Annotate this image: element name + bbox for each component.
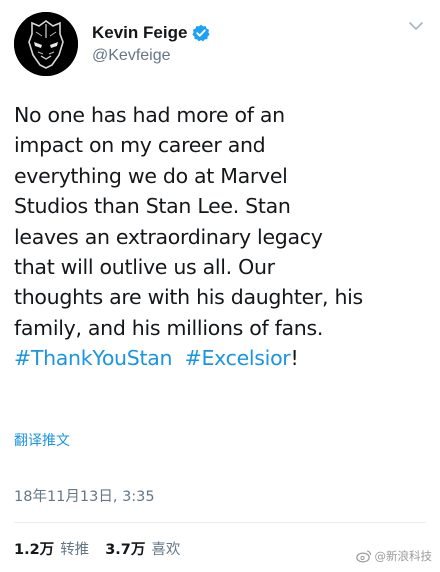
- tweet-text-line: family, and his millions of fans.: [14, 315, 324, 340]
- tweet-card: Kevin Feige @Kevfeige No one has had mor…: [0, 0, 440, 572]
- tweet-text-line: leaves an extraordinary legacy: [14, 224, 323, 249]
- display-name-row: Kevin Feige: [92, 22, 211, 44]
- tweet-header: Kevin Feige @Kevfeige: [14, 12, 426, 76]
- watermark-text: @新浪科技: [374, 549, 433, 563]
- hashtag-line: #ThankYouStan #Excelsior!: [14, 343, 430, 373]
- hashtag-thankyoustan-link[interactable]: #ThankYouStan: [14, 346, 172, 370]
- watermark: @新浪科技: [355, 548, 433, 564]
- divider: [14, 522, 426, 523]
- verified-badge-icon: [192, 24, 211, 42]
- likes-label: 喜欢: [151, 542, 181, 558]
- tweet-text-line: No one has had more of an: [14, 103, 285, 127]
- chevron-down-icon[interactable]: [408, 20, 424, 32]
- avatar[interactable]: [14, 12, 78, 76]
- likes-count: 3.7万: [105, 542, 146, 558]
- tweet-text: No one has had more of an impact on my c…: [14, 100, 430, 374]
- author-names: Kevin Feige @Kevfeige: [92, 22, 211, 65]
- tweet-timestamp[interactable]: 18年11月13日, 3:35: [14, 485, 155, 506]
- retweets-count: 1.2万: [14, 542, 55, 558]
- hashtag-excelsior-link[interactable]: #Excelsior: [185, 346, 291, 370]
- likes-stat[interactable]: 3.7万 喜欢: [105, 538, 180, 559]
- tweet-text-line: impact on my career and: [14, 133, 266, 158]
- author-handle[interactable]: @Kevfeige: [92, 47, 210, 65]
- trailing-punctuation: !: [290, 346, 299, 371]
- black-panther-mask-icon: [14, 12, 78, 76]
- retweets-stat[interactable]: 1.2万 转推: [14, 538, 89, 559]
- tweet-text-line: that will outlive us all. Our: [14, 255, 275, 280]
- tweet-stats: 1.2万 转推 3.7万 喜欢: [14, 538, 180, 559]
- translate-tweet-link[interactable]: 翻译推文: [14, 430, 70, 450]
- display-name[interactable]: Kevin Feige: [92, 23, 187, 43]
- tweet-text-line: thoughts are with his daughter, his: [14, 285, 363, 310]
- tweet-text-line: Studios than Stan Lee. Stan: [14, 194, 291, 219]
- retweets-label: 转推: [60, 542, 90, 558]
- tweet-text-line: everything we do at Marvel: [14, 163, 288, 188]
- weibo-icon: [355, 550, 371, 563]
